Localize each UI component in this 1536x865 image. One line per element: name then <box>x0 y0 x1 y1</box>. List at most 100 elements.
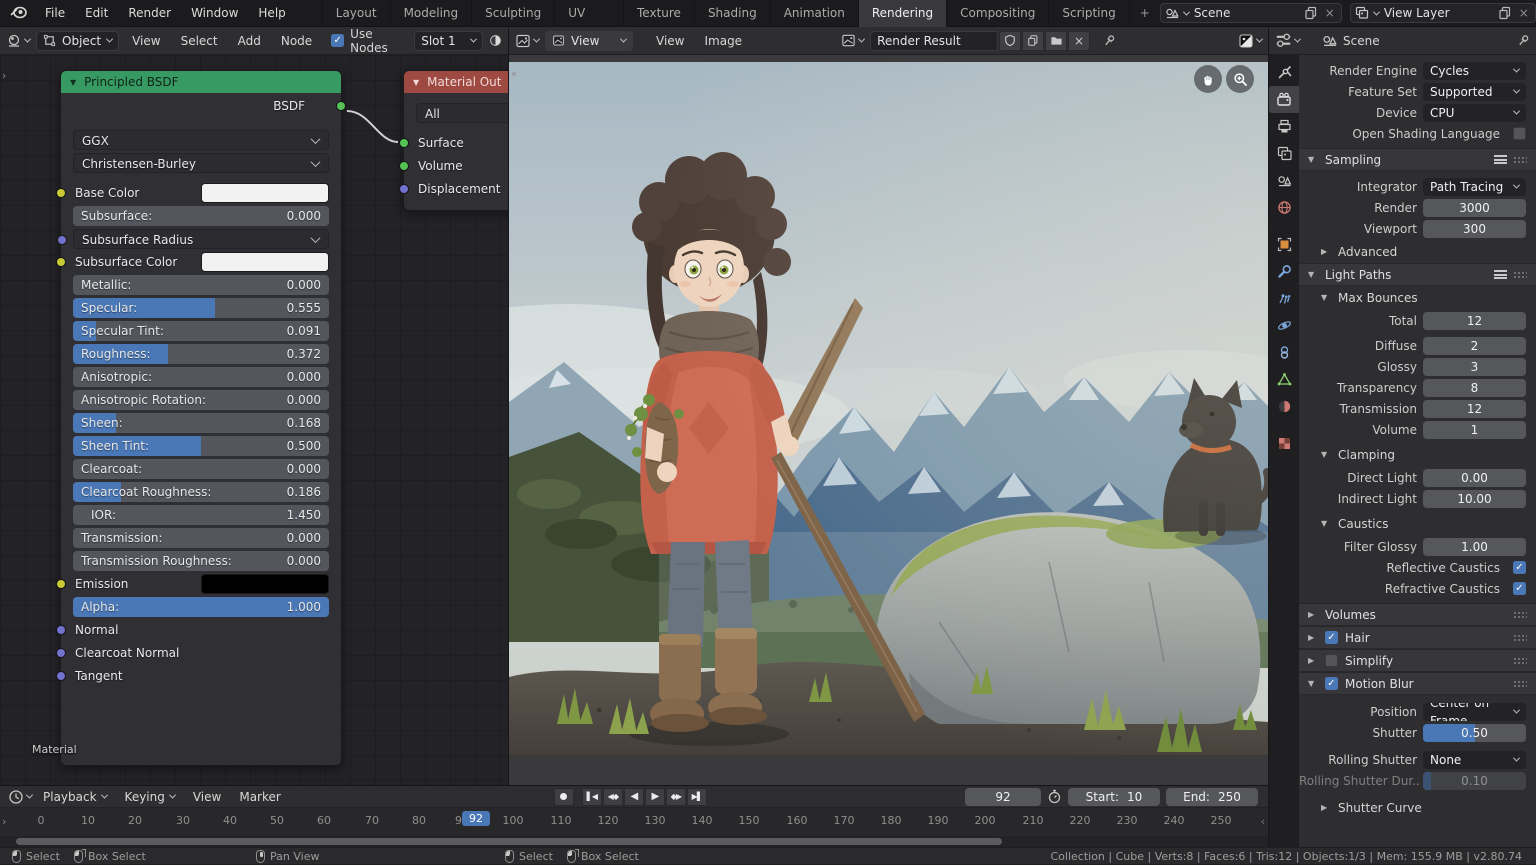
menu-marker[interactable]: Marker <box>232 790 287 804</box>
filter-glossy-row[interactable]: Filter Glossy 1.00 <box>1299 537 1526 556</box>
grip-icon[interactable] <box>1513 271 1527 279</box>
render-engine-row[interactable]: Render Engine Cycles <box>1299 61 1526 80</box>
menu-select[interactable]: Select <box>174 34 225 48</box>
checkbox-icon[interactable]: ✓ <box>1325 631 1338 644</box>
checkbox-icon[interactable]: ✓ <box>1513 582 1526 595</box>
shading-mode-dropdown[interactable]: Object <box>36 31 119 51</box>
next-keyframe-button[interactable]: ◆▶ <box>666 788 686 806</box>
display-channels-button[interactable] <box>1238 33 1262 49</box>
integrator-row[interactable]: Integrator Path Tracing <box>1299 177 1526 196</box>
object-data-icon[interactable] <box>1269 366 1299 393</box>
jump-to-end-button[interactable]: ▶▌ <box>687 788 707 806</box>
pan-view-button[interactable] <box>1194 65 1222 93</box>
menu-render[interactable]: Render <box>118 0 181 27</box>
open-image-button[interactable] <box>1045 31 1067 51</box>
volume-bounces-row[interactable]: Volume 1 <box>1299 420 1526 439</box>
current-frame-badge[interactable]: 92 <box>462 811 490 826</box>
close-icon[interactable]: × <box>1517 6 1531 20</box>
rolling-shutter-row[interactable]: Rolling Shutter None <box>1299 750 1526 769</box>
record-button[interactable] <box>554 788 574 806</box>
transmission-bounces-row[interactable]: Transmission 12 <box>1299 399 1526 418</box>
panel-toggle-icon[interactable]: ‹ <box>1261 815 1265 828</box>
start-frame-field[interactable]: Start:10 <box>1068 788 1160 806</box>
material-preview-icon[interactable] <box>489 32 502 49</box>
section-advanced[interactable]: ▶Advanced <box>1299 240 1536 263</box>
slot-dropdown[interactable]: Slot 1 <box>414 31 483 51</box>
use-nodes-toggle[interactable]: ✓ Use Nodes <box>331 27 394 55</box>
checkbox-icon[interactable]: ✓ <box>1513 561 1526 574</box>
grip-icon[interactable] <box>1513 611 1527 619</box>
duplicate-icon[interactable] <box>1498 6 1512 20</box>
editor-type-button[interactable] <box>6 33 30 49</box>
tab-texture-paint[interactable]: Texture Paint <box>623 0 694 27</box>
grip-icon[interactable] <box>1513 156 1527 164</box>
presets-icon[interactable] <box>1494 270 1507 279</box>
material-icon[interactable] <box>1269 393 1299 420</box>
current-frame-field[interactable]: 92 <box>965 788 1041 806</box>
menu-view[interactable]: View <box>186 790 228 804</box>
direct-light-row[interactable]: Direct Light 0.00 <box>1299 468 1526 487</box>
world-icon[interactable] <box>1269 194 1299 221</box>
reflective-caustics-row[interactable]: Reflective Caustics ✓ <box>1299 558 1526 577</box>
timeline-ruler[interactable]: 0 10 20 30 40 50 60 70 80 90 100 110 120… <box>0 808 1268 836</box>
grip-icon[interactable] <box>1513 680 1527 688</box>
view-layer-selector[interactable]: View Layer × <box>1350 3 1536 23</box>
render-samples-row[interactable]: Render 3000 <box>1299 198 1526 217</box>
section-motion-blur[interactable]: ▼✓Motion Blur <box>1299 672 1536 695</box>
checkbox-icon[interactable] <box>1325 654 1338 667</box>
menu-image[interactable]: Image <box>697 34 749 48</box>
pin-icon[interactable] <box>1102 34 1116 48</box>
tool-icon[interactable] <box>1269 59 1299 86</box>
grip-icon[interactable] <box>1513 657 1527 665</box>
scene-icon[interactable] <box>1269 167 1299 194</box>
checkbox-icon[interactable]: ✓ <box>1325 677 1338 690</box>
scrollbar-thumb[interactable] <box>16 838 1002 845</box>
tab-modeling[interactable]: Modeling <box>390 0 472 27</box>
constraints-icon[interactable] <box>1269 339 1299 366</box>
play-button[interactable]: ▶ <box>645 788 665 806</box>
scene-selector[interactable]: Scene × <box>1160 3 1342 23</box>
menu-view[interactable]: View <box>649 34 691 48</box>
section-simplify[interactable]: ▶Simplify <box>1299 649 1536 672</box>
editor-type-button[interactable] <box>8 789 32 805</box>
checkbox-icon[interactable] <box>1513 127 1526 140</box>
view-layer-icon[interactable] <box>1269 140 1299 167</box>
end-frame-field[interactable]: End:250 <box>1166 788 1258 806</box>
menu-add[interactable]: Add <box>231 34 268 48</box>
duplicate-icon[interactable] <box>1304 6 1318 20</box>
jump-to-start-button[interactable]: ▌◀ <box>582 788 602 806</box>
menu-help[interactable]: Help <box>248 0 295 27</box>
menu-view[interactable]: View <box>125 34 167 48</box>
device-row[interactable]: Device CPU <box>1299 103 1526 122</box>
image-browse-button[interactable] <box>841 33 864 48</box>
modifiers-icon[interactable] <box>1269 258 1299 285</box>
section-caustics[interactable]: ▼Caustics <box>1299 512 1536 535</box>
menu-node[interactable]: Node <box>274 34 319 48</box>
mb-shutter-row[interactable]: Shutter 0.50 <box>1299 723 1526 742</box>
total-bounces-row[interactable]: Total 12 <box>1299 311 1526 330</box>
osl-row[interactable]: Open Shading Language <box>1299 124 1526 143</box>
object-icon[interactable] <box>1269 231 1299 258</box>
tab-rendering[interactable]: Rendering <box>858 0 946 27</box>
menu-edit[interactable]: Edit <box>75 0 118 27</box>
pin-icon[interactable] <box>1516 34 1530 48</box>
new-image-button[interactable] <box>1022 31 1044 51</box>
section-clamping[interactable]: ▼Clamping <box>1299 443 1536 466</box>
region-toggle-icon[interactable]: « <box>511 69 517 80</box>
tab-sculpting[interactable]: Sculpting <box>471 0 554 27</box>
tab-uv-editing[interactable]: UV Editing <box>554 0 623 27</box>
feature-set-row[interactable]: Feature Set Supported <box>1299 82 1526 101</box>
tab-scripting[interactable]: Scripting <box>1048 0 1128 27</box>
timeline-scrollbar[interactable] <box>0 836 1268 847</box>
tab-shading[interactable]: Shading <box>694 0 770 27</box>
image-name-field[interactable]: Render Result <box>870 31 998 51</box>
zoom-view-button[interactable] <box>1226 65 1254 93</box>
render-icon[interactable] <box>1269 86 1299 113</box>
panel-toggle-icon[interactable]: › <box>2 815 6 828</box>
section-hair[interactable]: ▶✓Hair <box>1299 626 1536 649</box>
mb-position-row[interactable]: Position Center on Frame <box>1299 702 1526 721</box>
tab-layout[interactable]: Layout <box>322 0 390 27</box>
menu-playback[interactable]: Playback <box>36 790 114 804</box>
add-workspace-button[interactable]: + <box>1129 0 1160 27</box>
indirect-light-row[interactable]: Indirect Light 10.00 <box>1299 489 1526 508</box>
